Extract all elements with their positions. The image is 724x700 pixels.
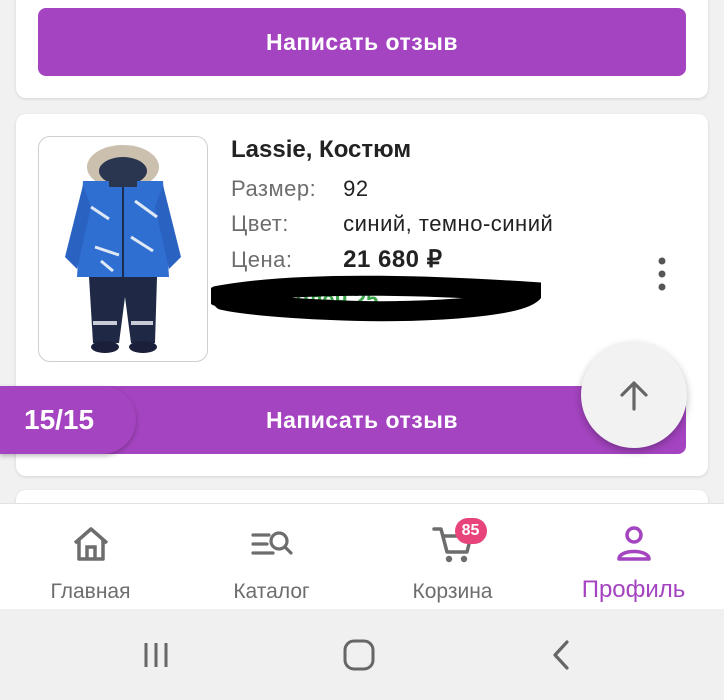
nav-item-catalog[interactable]: Каталог: [181, 504, 362, 610]
home-icon: [69, 522, 113, 566]
home-circle-icon: [343, 639, 375, 671]
nav-label-catalog: Каталог: [233, 580, 310, 603]
price-value: 21 680 ₽: [343, 246, 443, 273]
back-chevron-icon: [553, 640, 569, 670]
write-review-button[interactable]: Написать отзыв: [38, 8, 686, 76]
cart-icon: 85: [431, 518, 487, 566]
nav-label-profile: Профиль: [581, 576, 686, 603]
price-row: Цена: 21 680 ₽: [231, 245, 442, 274]
product-title: Lassie, Костюм: [231, 136, 412, 163]
product-image[interactable]: [38, 136, 208, 362]
profile-icon: [612, 522, 656, 566]
nav-item-cart[interactable]: 85 Корзина: [362, 504, 543, 610]
nav-item-profile[interactable]: Профиль: [543, 504, 724, 610]
bottom-navigation: Главная Каталог 85 Корзина Профиль: [0, 503, 724, 609]
size-row: Размер: 92: [231, 176, 369, 202]
catalog-search-icon: [250, 522, 294, 566]
cart-count-badge: 85: [454, 518, 487, 544]
scroll-to-top-button[interactable]: [581, 342, 687, 448]
home-button[interactable]: [337, 633, 381, 677]
recent-apps-button[interactable]: [134, 633, 178, 677]
recent-apps-icon: [144, 643, 168, 667]
order-card-previous: Написать отзыв: [16, 0, 708, 98]
nav-label-cart: Корзина: [412, 580, 493, 603]
redaction-scribble: [211, 275, 541, 322]
nav-item-home[interactable]: Главная: [0, 504, 181, 610]
back-button[interactable]: [540, 633, 584, 677]
color-value: синий, темно-синий: [343, 211, 554, 236]
price-label: Цена:: [231, 247, 293, 272]
size-value: 92: [343, 176, 369, 201]
nav-label-home: Главная: [50, 580, 131, 603]
size-label: Размер:: [231, 176, 317, 201]
color-label: Цвет:: [231, 211, 289, 236]
page-counter-badge: 15/15: [0, 386, 136, 454]
color-row: Цвет: синий, темно-синий: [231, 211, 553, 237]
more-vertical-icon[interactable]: [656, 256, 668, 292]
arrow-up-icon: [620, 381, 648, 411]
system-navigation-bar: [0, 609, 724, 700]
